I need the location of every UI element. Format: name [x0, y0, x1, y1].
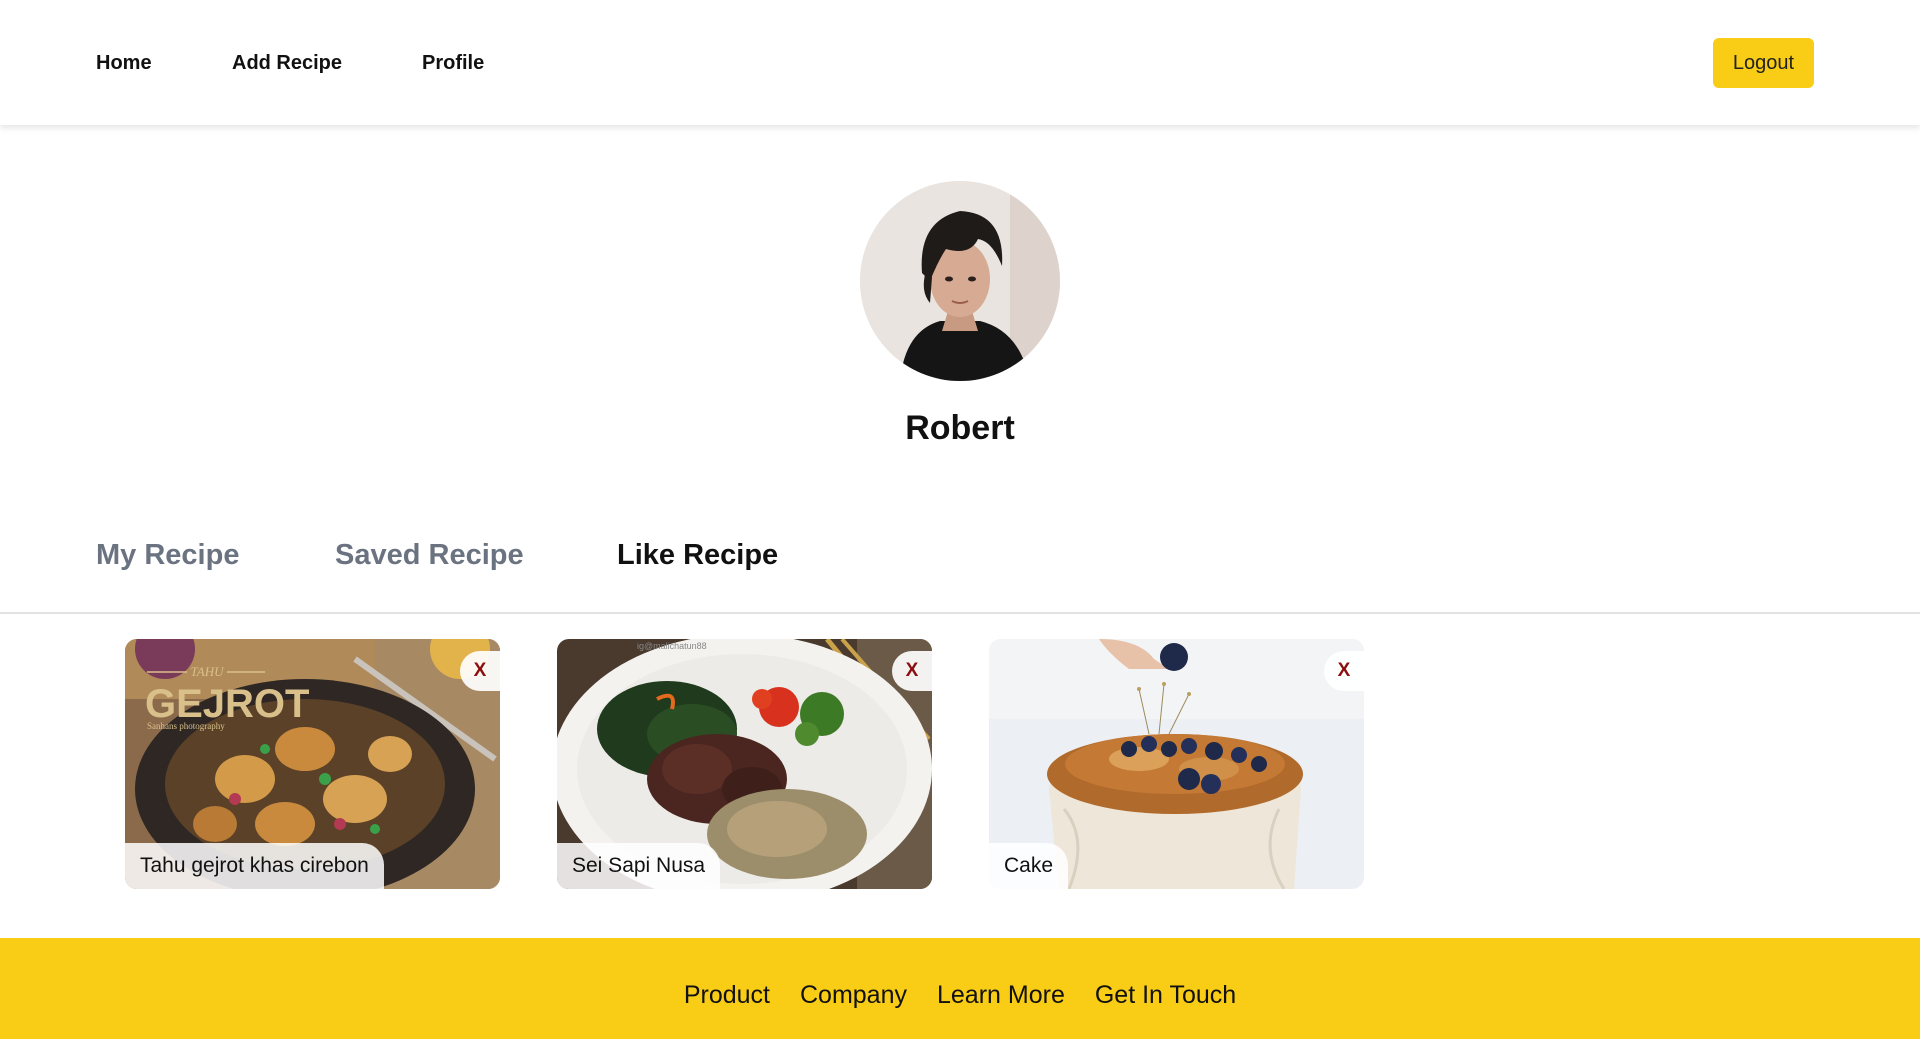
navbar: Home Add Recipe Profile Logout	[0, 0, 1920, 125]
footer-link-learn-more[interactable]: Learn More	[937, 980, 1065, 1039]
photo-text-tahu: TAHU	[191, 664, 226, 679]
remove-button[interactable]: X	[1324, 651, 1364, 691]
tab-like-recipe[interactable]: Like Recipe	[617, 536, 778, 574]
tabs-divider	[0, 612, 1920, 614]
photo-watermark: ig@malichatun88	[637, 641, 707, 651]
nav-add-recipe-link[interactable]: Add Recipe	[232, 50, 342, 76]
photo-text-gejrot: GEJROT	[145, 682, 309, 726]
photo-text-credit: Sanhans photography	[147, 721, 225, 731]
avatar-photo	[860, 181, 1060, 381]
remove-button[interactable]: X	[460, 651, 500, 691]
avatar	[860, 181, 1060, 381]
recipe-card[interactable]: ig@malichatun88 X Sei Sapi Nusa	[557, 639, 932, 889]
footer-link-company[interactable]: Company	[800, 980, 907, 1039]
nav-home-link[interactable]: Home	[96, 50, 152, 76]
recipe-card[interactable]: X Cake	[989, 639, 1364, 889]
profile-username: Robert	[905, 409, 1015, 447]
tab-my-recipe[interactable]: My Recipe	[96, 536, 239, 574]
footer: Product Company Learn More Get In Touch	[0, 938, 1920, 1039]
tab-saved-recipe[interactable]: Saved Recipe	[335, 536, 524, 574]
recipe-title: Tahu gejrot khas cirebon	[125, 843, 384, 889]
footer-link-get-in-touch[interactable]: Get In Touch	[1095, 980, 1236, 1039]
nav-profile-link[interactable]: Profile	[422, 50, 484, 76]
footer-link-product[interactable]: Product	[684, 980, 770, 1039]
remove-button[interactable]: X	[892, 651, 932, 691]
recipe-title: Sei Sapi Nusa	[557, 843, 721, 889]
logout-button[interactable]: Logout	[1713, 38, 1814, 88]
recipe-card[interactable]: TAHU GEJROT Sanhans photography X Tahu g…	[125, 639, 500, 889]
recipe-title: Cake	[989, 843, 1069, 889]
